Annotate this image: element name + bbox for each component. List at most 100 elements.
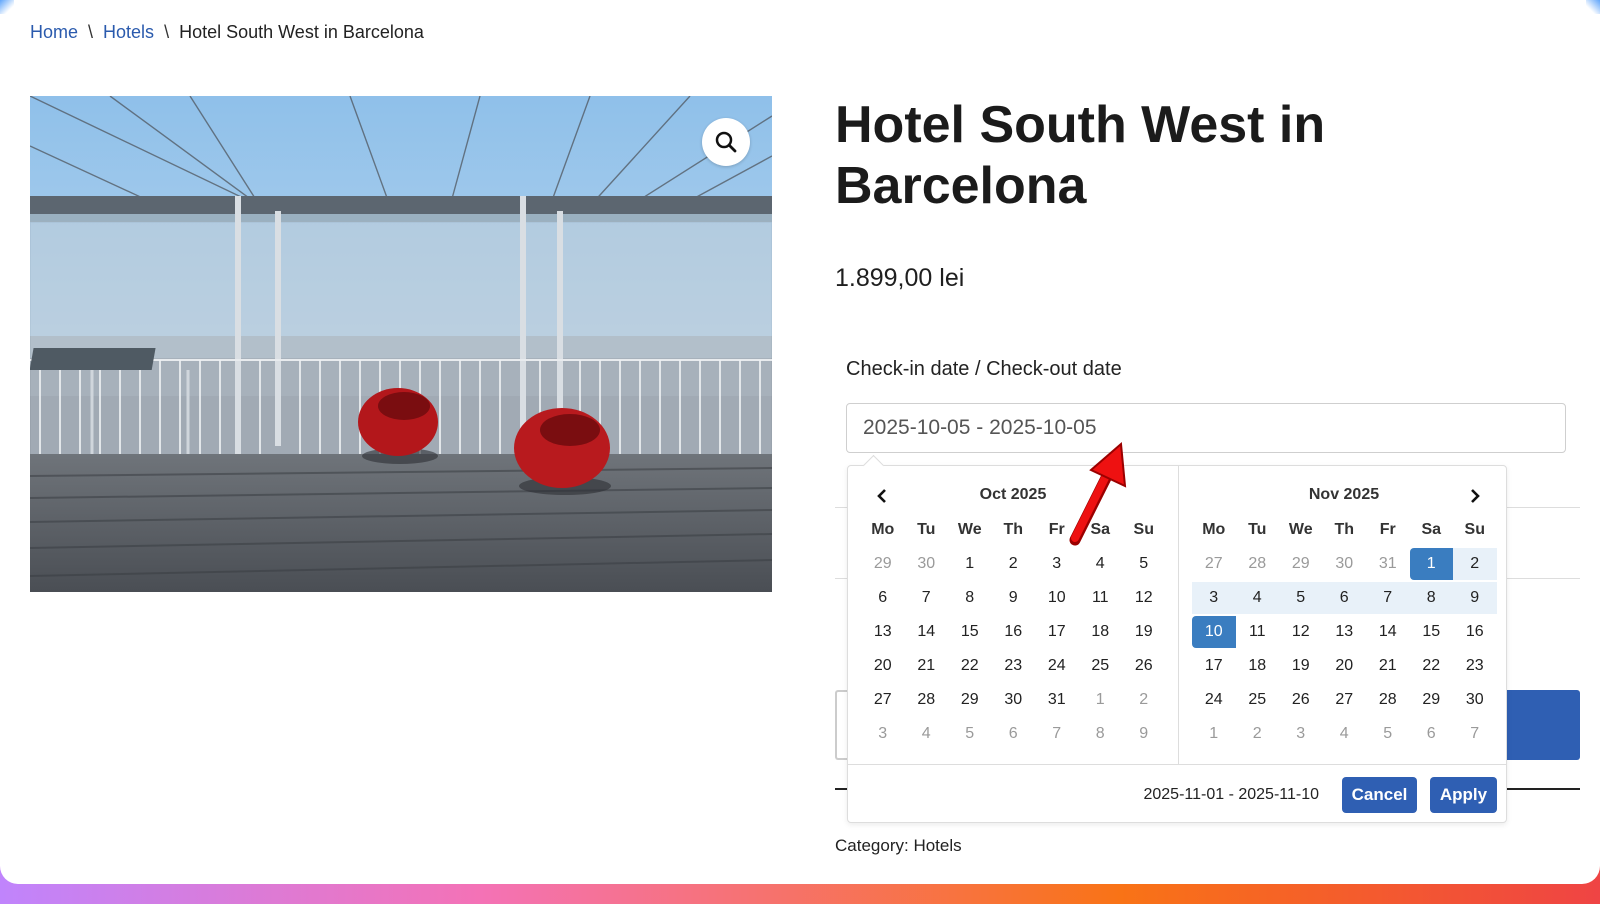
calendar-day[interactable]: 8: [1079, 718, 1123, 750]
calendar-day[interactable]: 29: [861, 548, 905, 580]
calendar-day[interactable]: 18: [1236, 650, 1280, 682]
calendar-day[interactable]: 29: [948, 684, 992, 716]
calendar-day[interactable]: 10: [1192, 616, 1236, 648]
apply-button[interactable]: Apply: [1430, 777, 1497, 813]
calendar-day[interactable]: 20: [861, 650, 905, 682]
calendar-day[interactable]: 7: [1366, 582, 1410, 614]
calendar-day[interactable]: 8: [1409, 582, 1453, 614]
calendar-day[interactable]: 8: [948, 582, 992, 614]
calendar-day[interactable]: 6: [1322, 582, 1366, 614]
calendar-day[interactable]: 2: [1453, 548, 1497, 580]
calendar-day[interactable]: 6: [1410, 718, 1454, 750]
calendar-day[interactable]: 22: [948, 650, 992, 682]
calendar-day[interactable]: 15: [1410, 616, 1454, 648]
calendar-day[interactable]: 13: [1323, 616, 1367, 648]
calendar-day[interactable]: 2: [1122, 684, 1166, 716]
calendar-day[interactable]: 9: [1453, 582, 1497, 614]
calendar-day[interactable]: 24: [1192, 684, 1236, 716]
calendar-day[interactable]: 3: [1279, 718, 1323, 750]
calendar-day[interactable]: 29: [1410, 684, 1454, 716]
calendar-day[interactable]: 17: [1035, 616, 1079, 648]
calendar-day[interactable]: 26: [1122, 650, 1166, 682]
calendar-day[interactable]: 17: [1192, 650, 1236, 682]
calendar-day[interactable]: 21: [1366, 650, 1410, 682]
calendar-day[interactable]: 20: [1323, 650, 1367, 682]
calendar-day[interactable]: 30: [1453, 684, 1497, 716]
calendar-day[interactable]: 29: [1279, 548, 1323, 580]
calendar-day[interactable]: 26: [1279, 684, 1323, 716]
zoom-button[interactable]: [702, 118, 750, 166]
calendar-day[interactable]: 27: [861, 684, 905, 716]
calendar-day[interactable]: 28: [905, 684, 949, 716]
calendar-day[interactable]: 31: [1366, 548, 1410, 580]
calendar-grid: Mo Tu We Th Fr Sa Su 29 30 1 2 3 4 5 6 7 8 9 10 11 12 13 14 15 1…: [861, 513, 1166, 751]
calendar-day[interactable]: 1: [948, 548, 992, 580]
calendar-day[interactable]: 5: [1366, 718, 1410, 750]
calendar-day[interactable]: 7: [1453, 718, 1497, 750]
calendar-day[interactable]: 19: [1279, 650, 1323, 682]
calendar-day[interactable]: 23: [1453, 650, 1497, 682]
calendar-day[interactable]: 19: [1122, 616, 1166, 648]
calendar-day[interactable]: 31: [1035, 684, 1079, 716]
calendar-day[interactable]: 4: [1235, 582, 1279, 614]
calendar-day[interactable]: 15: [948, 616, 992, 648]
calendar-day[interactable]: 28: [1236, 548, 1280, 580]
calendar-day[interactable]: 6: [992, 718, 1036, 750]
calendar-day[interactable]: 27: [1192, 548, 1236, 580]
calendar-day[interactable]: 9: [1122, 718, 1166, 750]
corner-accent: [1586, 0, 1600, 14]
calendar-day[interactable]: 24: [1035, 650, 1079, 682]
calendar-day[interactable]: 9: [992, 582, 1036, 614]
picker-footer: 2025-11-01 - 2025-11-10 Cancel Apply: [848, 764, 1506, 825]
calendar-day[interactable]: 16: [1453, 616, 1497, 648]
calendar-day[interactable]: 5: [1122, 548, 1166, 580]
calendar-day[interactable]: 4: [1323, 718, 1367, 750]
calendar-day[interactable]: 5: [948, 718, 992, 750]
calendar-day[interactable]: 22: [1410, 650, 1454, 682]
calendar-day[interactable]: 11: [1079, 582, 1123, 614]
calendar-day[interactable]: 1: [1079, 684, 1123, 716]
calendar-day[interactable]: 4: [1079, 548, 1123, 580]
calendar-day[interactable]: 7: [905, 582, 949, 614]
calendar-day[interactable]: 18: [1079, 616, 1123, 648]
calendar-grid: Mo Tu We Th Fr Sa Su 27 28 29 30 31 1 2 3 4 5 6 7 8 9 10 11 12 1…: [1192, 513, 1497, 751]
calendar-day[interactable]: 2: [1236, 718, 1280, 750]
calendar-day[interactable]: 23: [992, 650, 1036, 682]
product-image[interactable]: [30, 96, 772, 592]
calendar-day[interactable]: 27: [1323, 684, 1367, 716]
calendar-day[interactable]: 1: [1409, 548, 1453, 580]
date-range-input[interactable]: 2025-10-05 - 2025-10-05: [846, 403, 1566, 453]
calendar-day[interactable]: 11: [1236, 616, 1280, 648]
calendar-day[interactable]: 14: [1366, 616, 1410, 648]
calendar-day[interactable]: 25: [1236, 684, 1280, 716]
calendar-day[interactable]: 3: [1035, 548, 1079, 580]
calendar-day[interactable]: 4: [905, 718, 949, 750]
calendar-day[interactable]: 30: [1323, 548, 1367, 580]
calendar-day[interactable]: 12: [1279, 616, 1323, 648]
calendar-day[interactable]: 10: [1035, 582, 1079, 614]
calendar-day[interactable]: 16: [992, 616, 1036, 648]
breadcrumb-hotels-link[interactable]: Hotels: [103, 22, 154, 42]
calendar-week-row: 1234567: [1192, 717, 1497, 751]
calendar-day[interactable]: 5: [1279, 582, 1323, 614]
category-link[interactable]: Hotels: [913, 836, 961, 855]
calendar-day[interactable]: 25: [1079, 650, 1123, 682]
calendar-day[interactable]: 3: [861, 718, 905, 750]
calendar-day[interactable]: 3: [1192, 582, 1236, 614]
calendar-day[interactable]: 12: [1122, 582, 1166, 614]
calendar-day[interactable]: 28: [1366, 684, 1410, 716]
calendar-day[interactable]: 30: [992, 684, 1036, 716]
calendar-day[interactable]: 2: [992, 548, 1036, 580]
calendar-day[interactable]: 21: [905, 650, 949, 682]
month-title: Nov 2025: [1308, 486, 1380, 503]
calendar-day[interactable]: 14: [905, 616, 949, 648]
calendar-week-row: 24 25 26 27 28 29 30: [1192, 683, 1497, 717]
calendar-day[interactable]: 30: [905, 548, 949, 580]
breadcrumb-home-link[interactable]: Home: [30, 22, 78, 42]
cancel-button[interactable]: Cancel: [1342, 777, 1417, 813]
calendar-day[interactable]: 7: [1035, 718, 1079, 750]
calendar-day[interactable]: 13: [861, 616, 905, 648]
calendar-day[interactable]: 1: [1192, 718, 1236, 750]
weekday-label: Tu: [917, 521, 936, 538]
calendar-day[interactable]: 6: [861, 582, 905, 614]
